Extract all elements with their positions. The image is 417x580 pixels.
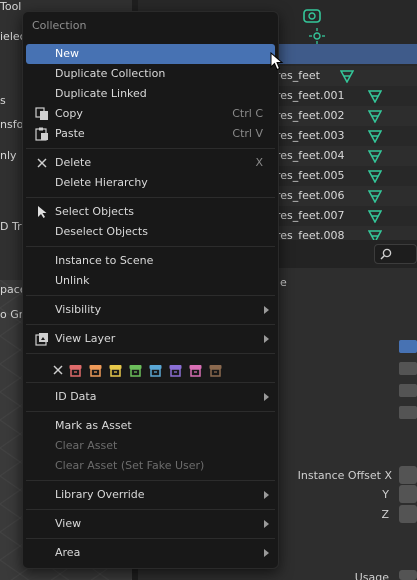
menu-separator — [26, 411, 275, 412]
light-icon — [309, 28, 325, 44]
submenu-arrow-icon — [264, 306, 269, 314]
outliner-row[interactable]: res_feet.005 — [272, 166, 417, 186]
menu-item-duplicate-collection[interactable]: Duplicate Collection — [26, 64, 275, 84]
camera-icon — [303, 9, 321, 23]
left-label-tool: Tool — [0, 0, 22, 13]
menu-item-delete[interactable]: Delete X — [26, 153, 275, 173]
menu-separator — [26, 538, 275, 539]
menu-separator — [26, 197, 275, 198]
instance-offset-y-label: Y — [382, 488, 389, 501]
color-tag-pink-icon[interactable] — [189, 364, 202, 377]
menu-item-mark-as-asset[interactable]: Mark as Asset — [26, 416, 275, 436]
menu-item-paste[interactable]: Paste Ctrl V — [26, 124, 275, 144]
paste-icon — [35, 127, 48, 141]
menu-item-library-override[interactable]: Library Override — [26, 485, 275, 505]
mesh-icon — [368, 210, 382, 223]
submenu-arrow-icon — [264, 549, 269, 557]
copy-icon — [35, 107, 48, 120]
menu-item-clear-asset: Clear Asset — [55, 439, 118, 452]
menu-item-clear-asset-fake-user: Clear Asset (Set Fake User) — [55, 459, 205, 472]
property-checkbox[interactable] — [399, 384, 417, 397]
menu-separator — [26, 148, 275, 149]
mesh-icon — [368, 130, 382, 143]
menu-separator — [26, 480, 275, 481]
outliner-row[interactable]: res_feet.003 — [272, 126, 417, 146]
usage-field[interactable] — [399, 570, 417, 580]
menu-separator — [26, 353, 275, 354]
menu-item-new[interactable]: New — [26, 44, 275, 64]
color-tag-brown-icon[interactable] — [209, 364, 222, 377]
outliner-row[interactable]: res_feet — [272, 66, 417, 86]
submenu-arrow-icon — [264, 393, 269, 401]
render-layer-icon — [35, 333, 48, 346]
search-icon — [380, 248, 392, 260]
left-label-group: o Gr — [0, 308, 24, 321]
cursor-select-icon — [38, 206, 47, 218]
menu-item-view[interactable]: View — [26, 514, 275, 534]
mesh-icon — [340, 70, 354, 83]
props-header-fragment: e — [280, 276, 287, 289]
properties-search-input[interactable] — [374, 244, 417, 264]
instance-offset-x-field[interactable] — [399, 466, 417, 484]
menu-item-copy[interactable]: Copy Ctrl C — [26, 104, 275, 124]
mesh-icon — [368, 150, 382, 163]
color-tag-red-icon[interactable] — [69, 364, 82, 377]
left-label-only: nly — [0, 149, 17, 162]
menu-item-view-layer[interactable]: View Layer — [26, 329, 275, 349]
menu-item-area[interactable]: Area — [26, 543, 275, 563]
color-tag-violet-icon[interactable] — [169, 364, 182, 377]
menu-item-delete-hierarchy[interactable]: Delete Hierarchy — [26, 173, 275, 193]
menu-separator — [26, 295, 275, 296]
mesh-icon — [368, 230, 382, 240]
mesh-icon — [368, 170, 382, 183]
mesh-icon — [368, 90, 382, 103]
instance-offset-x-label: Instance Offset X — [297, 469, 392, 482]
collection-context-menu: Collection New Duplicate Collection Dupl… — [22, 11, 279, 569]
color-tag-yellow-icon[interactable] — [109, 364, 122, 377]
clear-color-tag-icon[interactable] — [52, 364, 64, 376]
menu-title: Collection — [32, 19, 87, 32]
left-label-s: s — [0, 94, 6, 107]
menu-item-instance-to-scene[interactable]: Instance to Scene — [26, 251, 275, 271]
outliner-row-selected[interactable] — [272, 44, 417, 64]
menu-item-visibility[interactable]: Visibility — [26, 300, 275, 320]
instance-offset-z-label: Z — [381, 508, 389, 521]
mesh-icon — [368, 190, 382, 203]
usage-label: Usage — [354, 571, 389, 580]
property-checkbox[interactable] — [399, 340, 417, 353]
outliner-row[interactable]: res_feet.001 — [272, 86, 417, 106]
mesh-icon — [368, 110, 382, 123]
mouse-pointer-icon — [270, 52, 284, 71]
outliner-row[interactable]: res_feet.006 — [272, 186, 417, 206]
color-tag-blue-icon[interactable] — [149, 364, 162, 377]
outliner-row[interactable]: res_feet.007 — [272, 206, 417, 226]
outliner-row[interactable]: res_feet.004 — [272, 146, 417, 166]
menu-item-deselect-objects[interactable]: Deselect Objects — [26, 222, 275, 242]
menu-separator — [26, 382, 275, 383]
menu-item-duplicate-linked[interactable]: Duplicate Linked — [26, 84, 275, 104]
property-checkbox[interactable] — [399, 406, 417, 419]
submenu-arrow-icon — [264, 520, 269, 528]
instance-offset-z-field[interactable] — [399, 505, 417, 523]
outliner-row[interactable]: res_feet.008 — [272, 226, 417, 240]
menu-item-id-data[interactable]: ID Data — [26, 387, 275, 407]
menu-item-unlink[interactable]: Unlink — [26, 271, 275, 291]
close-icon — [37, 158, 47, 168]
submenu-arrow-icon — [264, 491, 269, 499]
instance-offset-y-field[interactable] — [399, 485, 417, 503]
outliner-row[interactable]: res_feet.002 — [272, 106, 417, 126]
color-tag-orange-icon[interactable] — [89, 364, 102, 377]
menu-item-select-objects[interactable]: Select Objects — [26, 202, 275, 222]
property-checkbox[interactable] — [399, 362, 417, 375]
submenu-arrow-icon — [264, 335, 269, 343]
menu-separator — [26, 509, 275, 510]
color-tag-green-icon[interactable] — [129, 364, 142, 377]
menu-separator — [26, 246, 275, 247]
menu-separator — [26, 324, 275, 325]
